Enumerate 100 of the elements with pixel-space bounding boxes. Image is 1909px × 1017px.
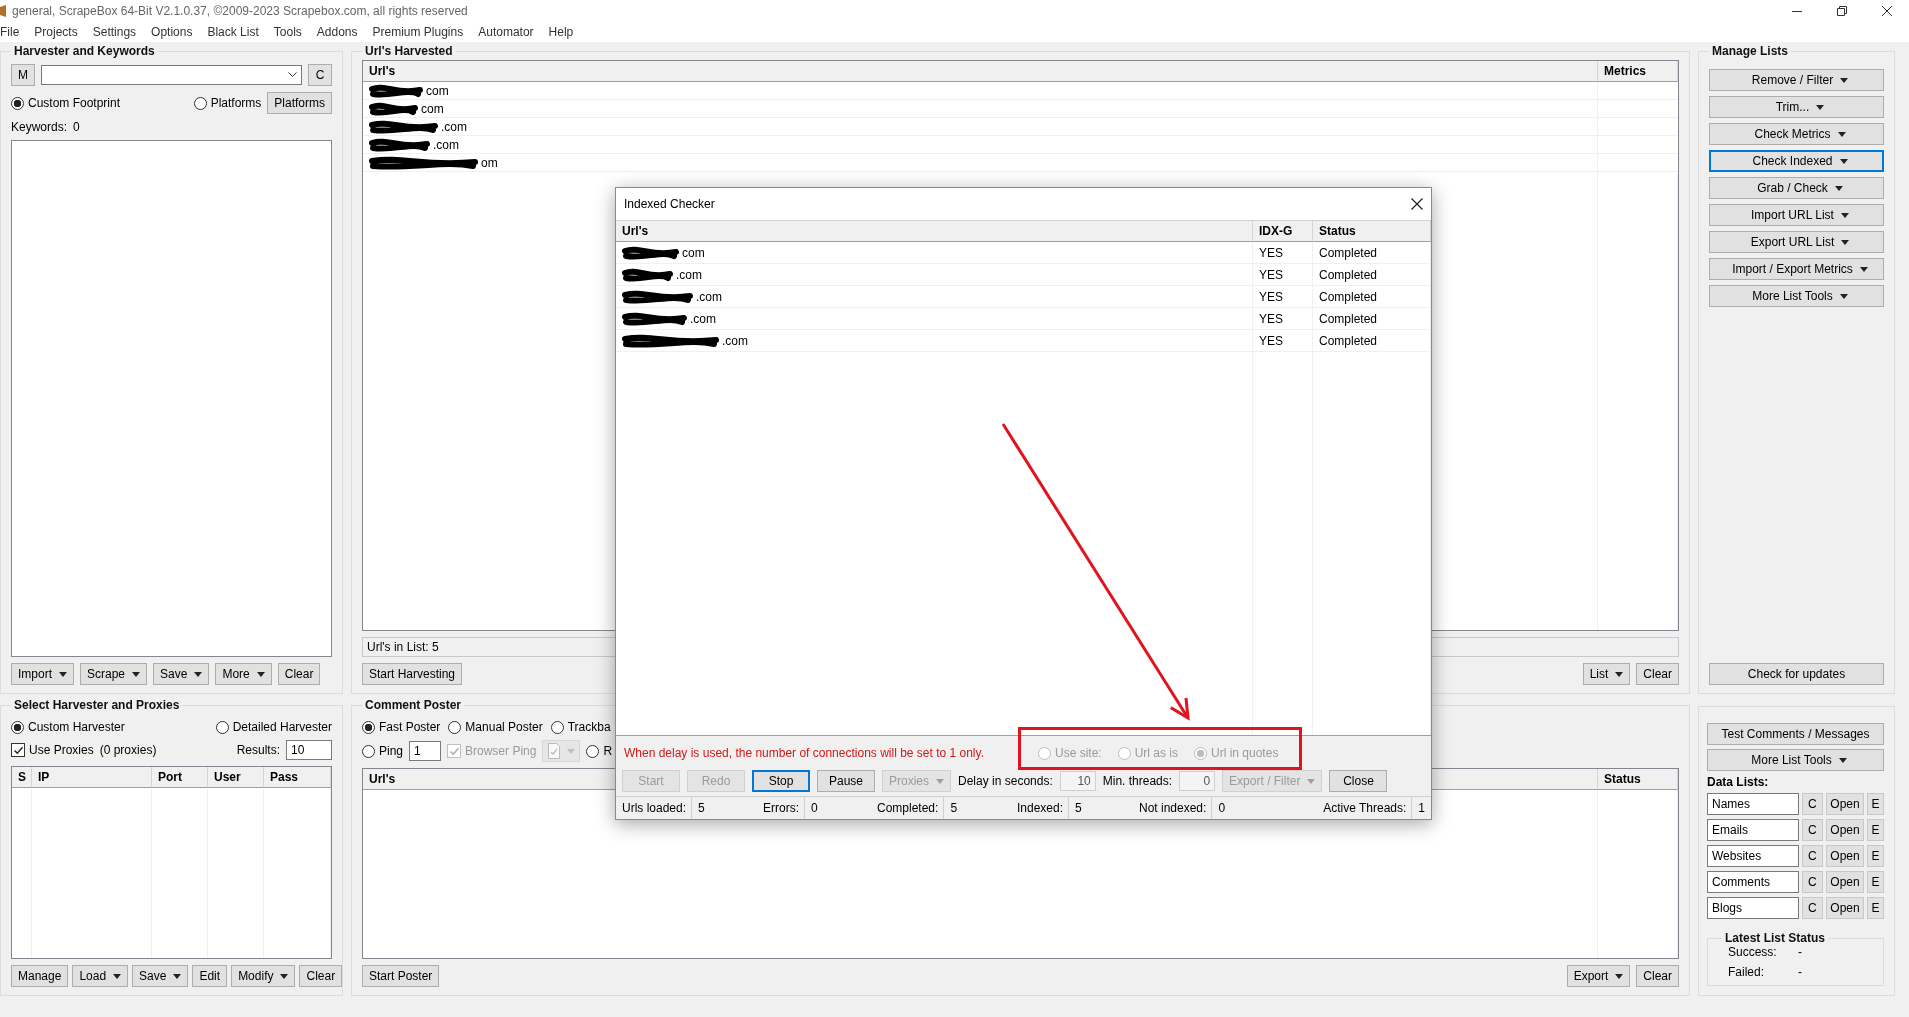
data-list-field[interactable]: Comments: [1707, 871, 1799, 893]
harvester-button[interactable]: Clear: [277, 663, 321, 685]
radio-button[interactable]: [193, 96, 207, 110]
menu-item[interactable]: Tools: [266, 25, 310, 39]
e-button[interactable]: E: [1867, 845, 1884, 867]
manage-list-button[interactable]: Grab / Check: [1709, 177, 1884, 199]
caret-icon: [1307, 778, 1316, 784]
more-list-tools-button[interactable]: More List Tools: [1707, 749, 1884, 771]
url-text: com: [426, 83, 449, 98]
open-button[interactable]: Open: [1826, 897, 1864, 919]
radio-button[interactable]: [11, 96, 24, 110]
column-header[interactable]: S: [12, 767, 32, 788]
radio-button[interactable]: [362, 744, 375, 758]
open-button[interactable]: Open: [1826, 845, 1864, 867]
proxy-button[interactable]: Manage: [11, 965, 69, 987]
menu-item[interactable]: Black List: [200, 25, 267, 39]
start-harvesting-button[interactable]: Start Harvesting: [362, 663, 463, 685]
manage-list-button[interactable]: Check Metrics: [1709, 123, 1884, 145]
radio-button[interactable]: [550, 720, 564, 734]
start-poster-button[interactable]: Start Poster: [362, 965, 440, 987]
menu-item[interactable]: Premium Plugins: [365, 25, 472, 39]
manage-list-button[interactable]: Check Indexed: [1709, 150, 1884, 172]
column-header[interactable]: Url's: [616, 221, 1253, 242]
list-button[interactable]: List: [1582, 663, 1631, 685]
radio-button[interactable]: [448, 720, 462, 734]
c-button[interactable]: C: [1801, 793, 1823, 815]
ping-field[interactable]: 1: [409, 741, 442, 761]
radio-button[interactable]: [215, 720, 229, 734]
poster-button[interactable]: Clear: [1636, 965, 1679, 987]
poster-button[interactable]: Export: [1566, 965, 1631, 987]
c-button[interactable]: C: [308, 64, 332, 86]
manage-list-button[interactable]: Import / Export Metrics: [1709, 258, 1884, 280]
list-button[interactable]: Clear: [1636, 663, 1679, 685]
keywords-field[interactable]: [11, 140, 332, 657]
e-button[interactable]: E: [1867, 871, 1884, 893]
url-text: .com: [441, 119, 467, 134]
results-field[interactable]: 10: [286, 740, 332, 760]
column-header[interactable]: Metrics: [1598, 61, 1678, 82]
test-comments-button[interactable]: Test Comments / Messages: [1707, 723, 1884, 745]
data-list-field[interactable]: Emails: [1707, 819, 1799, 841]
checkbox[interactable]: [11, 743, 25, 757]
manage-list-button[interactable]: Export URL List: [1709, 231, 1884, 253]
data-list-field[interactable]: Blogs: [1707, 897, 1799, 919]
combo-box[interactable]: [41, 65, 302, 85]
manage-list-button[interactable]: Remove / Filter: [1709, 69, 1884, 91]
menu-item[interactable]: Options: [144, 25, 201, 39]
caret-icon: [1859, 266, 1868, 272]
table-cell: Completed: [1313, 286, 1431, 307]
c-button[interactable]: C: [1801, 897, 1823, 919]
column-header[interactable]: IP: [32, 767, 152, 788]
menu-item[interactable]: Automator: [471, 25, 542, 39]
radio-button[interactable]: [362, 720, 375, 734]
stat-value: 5: [1068, 797, 1088, 819]
dialog-button[interactable]: Pause: [817, 770, 875, 792]
harvester-button[interactable]: More: [215, 663, 272, 685]
check-updates-button[interactable]: Check for updates: [1709, 663, 1884, 685]
proxy-button[interactable]: Modify: [231, 965, 296, 987]
column-header[interactable]: Pass: [264, 767, 331, 788]
menu-item[interactable]: Projects: [27, 25, 86, 39]
open-button[interactable]: Open: [1826, 871, 1864, 893]
column-header[interactable]: Status: [1313, 221, 1431, 242]
column-header[interactable]: User: [208, 767, 264, 788]
proxy-button[interactable]: Save: [132, 965, 189, 987]
open-button[interactable]: Open: [1826, 819, 1864, 841]
c-button[interactable]: C: [1801, 819, 1823, 841]
e-button[interactable]: E: [1867, 897, 1884, 919]
manage-list-button[interactable]: Trim...: [1709, 96, 1884, 118]
document-icon: [547, 743, 562, 759]
manage-list-button[interactable]: Import URL List: [1709, 204, 1884, 226]
column-header[interactable]: Port: [152, 767, 208, 788]
data-list-field[interactable]: Names: [1707, 793, 1799, 815]
e-button[interactable]: E: [1867, 793, 1884, 815]
radio-button[interactable]: [586, 744, 600, 758]
column-header[interactable]: IDX-G: [1253, 221, 1313, 242]
e-button[interactable]: E: [1867, 819, 1884, 841]
harvester-button[interactable]: Import: [11, 663, 74, 685]
column-header[interactable]: Status: [1598, 769, 1678, 790]
menu-item[interactable]: Help: [541, 25, 582, 39]
proxy-button[interactable]: Edit: [192, 965, 228, 987]
manage-list-button[interactable]: More List Tools: [1709, 285, 1884, 307]
harvester-button[interactable]: Save: [153, 663, 210, 685]
keywords-count: 0: [73, 120, 80, 134]
open-button[interactable]: Open: [1826, 793, 1864, 815]
radio-button[interactable]: [11, 720, 24, 734]
menu-item[interactable]: Addons: [309, 25, 366, 39]
menu-item[interactable]: File: [0, 25, 28, 39]
harvester-button[interactable]: Scrape: [80, 663, 148, 685]
dialog-button[interactable]: Close: [1329, 770, 1388, 792]
c-button[interactable]: C: [1801, 871, 1823, 893]
close-icon[interactable]: [1411, 198, 1423, 210]
m-button[interactable]: M: [11, 64, 35, 86]
column-header[interactable]: Url's: [363, 61, 1598, 82]
data-list-field[interactable]: Websites: [1707, 845, 1799, 867]
dialog-button[interactable]: Stop: [752, 770, 810, 792]
caret-icon: [256, 671, 265, 677]
c-button[interactable]: C: [1801, 845, 1823, 867]
platforms-button[interactable]: Platforms: [267, 92, 332, 114]
proxy-button[interactable]: Load: [72, 965, 129, 987]
menu-item[interactable]: Settings: [85, 25, 145, 39]
proxy-button[interactable]: Clear: [299, 965, 343, 987]
